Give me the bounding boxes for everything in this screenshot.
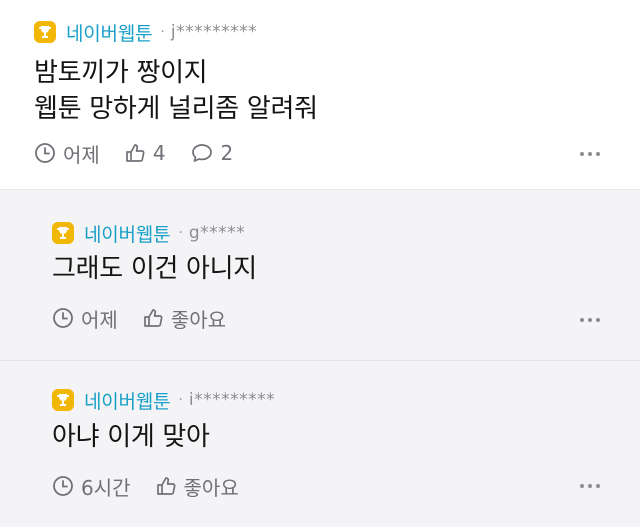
comment-footer: 어제 4 2 bbox=[34, 139, 233, 167]
like-count: 4 bbox=[152, 141, 166, 165]
comment-time: 6시간 bbox=[52, 472, 131, 501]
thumbs-up-icon bbox=[143, 309, 163, 327]
reply-count: 2 bbox=[220, 141, 234, 165]
like-button[interactable]: 4 bbox=[124, 141, 166, 165]
comment-source[interactable]: 네이버웹툰 bbox=[66, 19, 153, 46]
reply-item: 네이버웹툰 · i********* 아냐 이게 맞아 6시간 좋아요 bbox=[0, 362, 640, 527]
separator: · bbox=[178, 392, 183, 408]
comment-header: 네이버웹툰 · j********* bbox=[34, 19, 258, 46]
trophy-icon bbox=[34, 21, 56, 43]
time-label: 어제 bbox=[81, 307, 118, 332]
comment-text: 그래도 이건 아니지 bbox=[52, 254, 257, 284]
comment-username: g***** bbox=[188, 223, 246, 243]
more-dots-icon[interactable] bbox=[580, 484, 600, 488]
like-button[interactable]: 좋아요 bbox=[142, 304, 226, 333]
comment-username: j********* bbox=[170, 22, 258, 42]
clock-icon bbox=[53, 476, 73, 496]
comment-text: 밤토끼가 짱이지 웹툰 망하게 널리좀 알려줘 bbox=[34, 58, 318, 124]
separator: · bbox=[160, 24, 165, 40]
time-label: 6시간 bbox=[81, 475, 131, 500]
separator: · bbox=[178, 225, 183, 241]
time-label: 어제 bbox=[63, 142, 100, 167]
like-label: 좋아요 bbox=[183, 475, 239, 500]
thumbs-up-icon bbox=[156, 477, 176, 495]
clock-icon bbox=[35, 143, 55, 163]
like-button[interactable]: 좋아요 bbox=[155, 472, 239, 501]
more-dots-icon[interactable] bbox=[580, 318, 600, 322]
like-label: 좋아요 bbox=[170, 307, 227, 332]
reply-item: 네이버웹툰 · g***** 그래도 이건 아니지 어제 좋아요 bbox=[0, 191, 640, 361]
clock-icon bbox=[53, 308, 73, 328]
speech-bubble-icon bbox=[191, 144, 212, 162]
comment-username: i********* bbox=[188, 390, 276, 410]
comment-text: 아냐 이게 맞아 bbox=[52, 422, 210, 452]
comment-header: 네이버웹툰 · g***** bbox=[52, 220, 246, 247]
comment-source[interactable]: 네이버웹툰 bbox=[84, 387, 171, 414]
comment-item: 네이버웹툰 · j********* 밤토끼가 짱이지 웹툰 망하게 널리좀 알… bbox=[0, 0, 640, 190]
more-dots-icon[interactable] bbox=[580, 152, 600, 156]
comment-source[interactable]: 네이버웹툰 bbox=[84, 220, 171, 247]
trophy-icon bbox=[52, 222, 74, 244]
comment-time: 어제 bbox=[34, 139, 100, 168]
comment-footer: 어제 좋아요 bbox=[52, 304, 226, 332]
comment-footer: 6시간 좋아요 bbox=[52, 472, 239, 500]
comment-header: 네이버웹툰 · i********* bbox=[52, 387, 276, 414]
reply-button[interactable]: 2 bbox=[190, 141, 234, 165]
comment-time: 어제 bbox=[52, 304, 118, 333]
thumbs-up-icon bbox=[125, 144, 145, 162]
trophy-icon bbox=[52, 389, 74, 411]
